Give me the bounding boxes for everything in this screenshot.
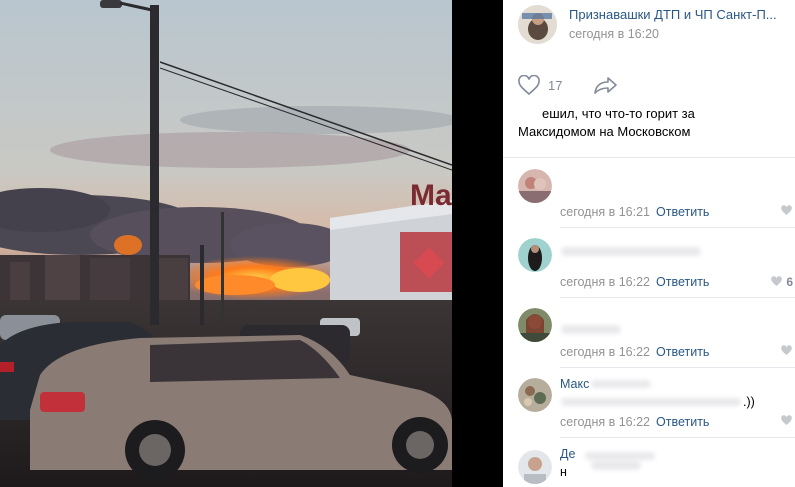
photo-viewer-gap	[452, 0, 503, 487]
comment-like[interactable]	[780, 415, 793, 429]
hidden-comment-text	[561, 398, 741, 406]
heart-icon	[771, 276, 782, 286]
comment-like[interactable]	[780, 205, 793, 219]
comment-meta: сегодня в 16:22 Ответить	[560, 275, 709, 289]
hidden-comment-text	[561, 247, 701, 256]
reply-button[interactable]: Ответить	[656, 205, 709, 219]
heart-icon	[781, 205, 792, 215]
comment-item: сегодня в 16:22 Ответить	[503, 300, 795, 368]
heart-icon	[781, 345, 792, 355]
comment-meta: сегодня в 16:21 Ответить	[560, 205, 709, 219]
avatar[interactable]	[518, 238, 552, 272]
comment-meta: сегодня в 16:22 Ответить	[560, 345, 709, 359]
post-text-line: Максидомом на Московском	[518, 124, 691, 139]
divider	[503, 157, 795, 158]
comment-item: сегодня в 16:21 Ответить	[503, 160, 795, 228]
comment-author[interactable]: Де	[560, 447, 575, 461]
group-avatar[interactable]	[518, 5, 557, 44]
post-header: Признавашки ДТП и ЧП Санкт-П... сегодня …	[503, 0, 795, 56]
hidden-author-text	[591, 380, 651, 388]
avatar[interactable]	[518, 450, 552, 484]
post-text-line: ешил, что что-то горит за	[542, 106, 695, 121]
comment-time[interactable]: сегодня в 16:22	[560, 275, 650, 289]
post-text: ешил, что что-то горит за Максидомом на …	[518, 105, 788, 141]
divider	[560, 227, 795, 228]
comment-time[interactable]: сегодня в 16:21	[560, 205, 650, 219]
comment-author[interactable]: Макс	[560, 377, 589, 391]
reply-button[interactable]: Ответить	[656, 345, 709, 359]
share-arrow-icon[interactable]	[593, 75, 619, 100]
group-name-link[interactable]: Признавашки ДТП и ЧП Санкт-П...	[569, 7, 791, 22]
divider	[560, 367, 795, 368]
comment-like-count: 6	[786, 275, 793, 289]
comment-item: Де н	[503, 440, 795, 487]
heart-icon[interactable]	[517, 74, 541, 101]
comment-text: н	[560, 465, 567, 479]
reply-button[interactable]: Ответить	[656, 275, 709, 289]
comment-item: Макс .)) сегодня в 16:22 Ответить	[503, 370, 795, 438]
comment-time[interactable]: сегодня в 16:22	[560, 345, 650, 359]
comment-like[interactable]: 6	[770, 275, 793, 289]
post-photo[interactable]: Ma	[0, 0, 452, 487]
hidden-comment-text	[561, 325, 621, 334]
fire-photo-illustration: Ma	[0, 0, 452, 487]
avatar[interactable]	[518, 169, 552, 203]
divider	[560, 437, 795, 438]
heart-icon	[781, 415, 792, 425]
post-sidebar: Признавашки ДТП и ЧП Санкт-П... сегодня …	[503, 0, 795, 487]
comment-text: .))	[743, 395, 755, 409]
comment-item: сегодня в 16:22 Ответить 6	[503, 230, 795, 298]
hidden-comment-text	[591, 460, 641, 470]
avatar[interactable]	[518, 308, 552, 342]
hidden-author-text	[585, 452, 655, 460]
post-time[interactable]: сегодня в 16:20	[569, 27, 659, 41]
like-count[interactable]: 17	[548, 78, 562, 93]
comment-meta: сегодня в 16:22 Ответить	[560, 415, 709, 429]
divider	[560, 297, 795, 298]
comment-like[interactable]	[780, 345, 793, 359]
comment-time[interactable]: сегодня в 16:22	[560, 415, 650, 429]
avatar[interactable]	[518, 378, 552, 412]
reply-button[interactable]: Ответить	[656, 415, 709, 429]
mall-sign: Ma	[410, 179, 452, 212]
